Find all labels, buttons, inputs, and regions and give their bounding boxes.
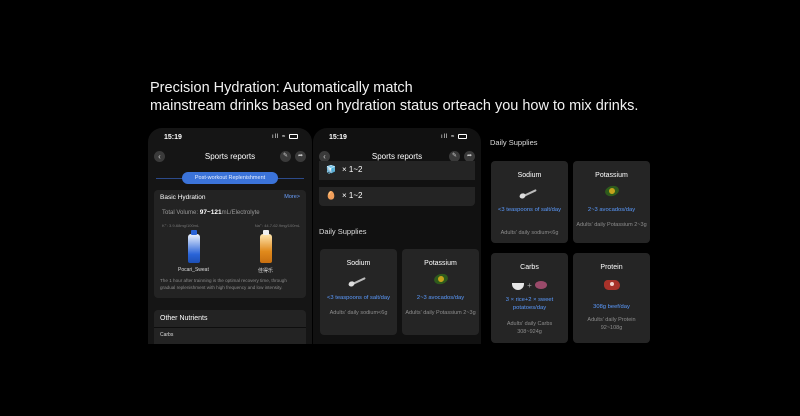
pocari-bottle-image bbox=[188, 230, 200, 263]
spoon-icon bbox=[320, 274, 397, 289]
supply-name: Potassium bbox=[424, 260, 457, 267]
supply-name: Sodium bbox=[517, 172, 542, 179]
mix-ratio-row: 🥚 × 1~2 bbox=[319, 187, 475, 206]
supply-daily: Adults' daily Protein 92~108g bbox=[587, 317, 636, 331]
headline: Precision Hydration: Automatically match… bbox=[150, 79, 790, 115]
drink-name: 佳得乐 bbox=[258, 268, 274, 274]
nav-bar: ‹ Sports reports ✎ ➦ bbox=[148, 148, 312, 166]
mix-ratio-row: 🧊 × 1~2 bbox=[319, 161, 475, 180]
section-title: Daily Supplies bbox=[319, 227, 367, 236]
tab-row: Post-workout Replenishment bbox=[148, 170, 312, 186]
headline-line-2: mainstream drinks based on hydration sta… bbox=[150, 98, 639, 114]
sodium-range: Na⁺: 44.7-62.9mg/100mL bbox=[254, 223, 300, 228]
tab-post-workout[interactable]: Post-workout Replenishment bbox=[182, 172, 278, 184]
volume-value: 97~121 bbox=[199, 209, 222, 216]
ratio-text: × 1~2 bbox=[342, 165, 363, 174]
ratio-text: × 1~2 bbox=[342, 191, 363, 200]
card-title: Basic Hydration bbox=[160, 194, 206, 201]
volume-unit: mL/Electrolyte bbox=[221, 210, 260, 216]
hydration-description: The 1 hour after trainning is the optima… bbox=[160, 278, 287, 290]
supply-daily: Adults' daily Carbs 308~924g bbox=[506, 321, 553, 335]
supply-daily: Adults' daily Potassium 2~3g bbox=[576, 222, 647, 228]
section-title: Daily Supplies bbox=[490, 138, 538, 147]
nutrient-item-carbs[interactable]: Carbs bbox=[160, 332, 173, 338]
potassium-range: K⁺: 3.9-68mg/100mL bbox=[162, 223, 200, 228]
status-icons: ıll ≈ bbox=[441, 134, 467, 140]
supply-card-potassium[interactable]: Potassium 2~3 avocados/day Adults' daily… bbox=[402, 249, 479, 335]
supply-name: Potassium bbox=[595, 172, 628, 179]
signal-icon: ıll bbox=[272, 134, 280, 141]
wifi-icon: ≈ bbox=[451, 134, 456, 141]
supply-name: Carbs bbox=[520, 264, 539, 271]
spoon-icon bbox=[491, 186, 568, 201]
supply-value: <3 teaspoons of salt/day bbox=[326, 295, 390, 301]
status-bar: 15:19 ıll ≈ bbox=[329, 134, 467, 144]
total-volume: Total Volume: 97~121mL/Electrolyte bbox=[162, 209, 260, 216]
basic-hydration-card: Basic Hydration More> Total Volume: 97~1… bbox=[154, 190, 306, 298]
status-time: 15:19 bbox=[329, 134, 347, 141]
other-nutrients-card: Other Nutrients Carbs bbox=[154, 310, 306, 344]
edit-icon[interactable]: ✎ bbox=[280, 151, 291, 162]
phone-screen-report: 15:19 ıll ≈ ‹ Sports reports ✎ ➦ Post-wo… bbox=[148, 128, 312, 344]
egg-icon: 🥚 bbox=[326, 191, 336, 200]
supply-daily: Adults' daily sodium<6g bbox=[500, 230, 559, 236]
supply-value: 3 × rice+2 × sweet potatoes/day bbox=[505, 297, 554, 311]
supply-name: Protein bbox=[600, 264, 623, 271]
supply-value: 308g beef/day bbox=[593, 304, 630, 310]
supply-card-sodium[interactable]: Sodium <3 teaspoons of salt/day Adults' … bbox=[320, 249, 397, 335]
phone-screen-supplies: 15:19 ıll ≈ ‹ Sports reports ✎ ➦ 🧊 × 1~2… bbox=[313, 128, 481, 344]
status-bar: 15:19 ıll ≈ bbox=[164, 134, 298, 144]
status-icons: ıll ≈ bbox=[272, 134, 298, 140]
supply-value: 2~3 avocados/day bbox=[587, 207, 636, 213]
supply-card-potassium[interactable]: Potassium 2~3 avocados/day Adults' daily… bbox=[573, 161, 650, 243]
more-link[interactable]: More> bbox=[284, 194, 300, 200]
volume-label: Total Volume: bbox=[162, 210, 199, 216]
battery-icon bbox=[458, 134, 467, 139]
headline-line-1: Precision Hydration: Automatically match bbox=[150, 80, 413, 96]
status-time: 15:19 bbox=[164, 134, 182, 141]
beef-icon bbox=[573, 278, 650, 293]
supply-card-protein[interactable]: Protein 308g beef/day Adults' daily Prot… bbox=[573, 253, 650, 343]
rice-potato-icon: + bbox=[491, 278, 568, 293]
supply-card-sodium[interactable]: Sodium <3 teaspoons of salt/day Adults' … bbox=[491, 161, 568, 243]
supply-card-carbs[interactable]: Carbs + 3 × rice+2 × sweet potatoes/day … bbox=[491, 253, 568, 343]
supply-value: 2~3 avocados/day bbox=[416, 295, 465, 301]
supply-value: <3 teaspoons of salt/day bbox=[497, 207, 561, 213]
ice-icon: 🧊 bbox=[326, 165, 336, 174]
supply-name: Sodium bbox=[346, 260, 371, 267]
drink-name: Pocari_Sweat bbox=[178, 267, 209, 273]
gatorade-bottle-image bbox=[260, 230, 272, 263]
signal-icon: ıll bbox=[441, 134, 449, 141]
battery-icon bbox=[289, 134, 298, 139]
avocado-icon bbox=[402, 272, 479, 289]
divider bbox=[154, 327, 306, 328]
avocado-icon bbox=[573, 184, 650, 201]
wifi-icon: ≈ bbox=[282, 134, 287, 141]
supply-daily: Adults' daily sodium<6g bbox=[329, 310, 388, 316]
section-title: Other Nutrients bbox=[160, 315, 208, 322]
supply-daily: Adults' daily Potassium 2~3g bbox=[405, 310, 476, 316]
share-icon[interactable]: ➦ bbox=[295, 151, 306, 162]
